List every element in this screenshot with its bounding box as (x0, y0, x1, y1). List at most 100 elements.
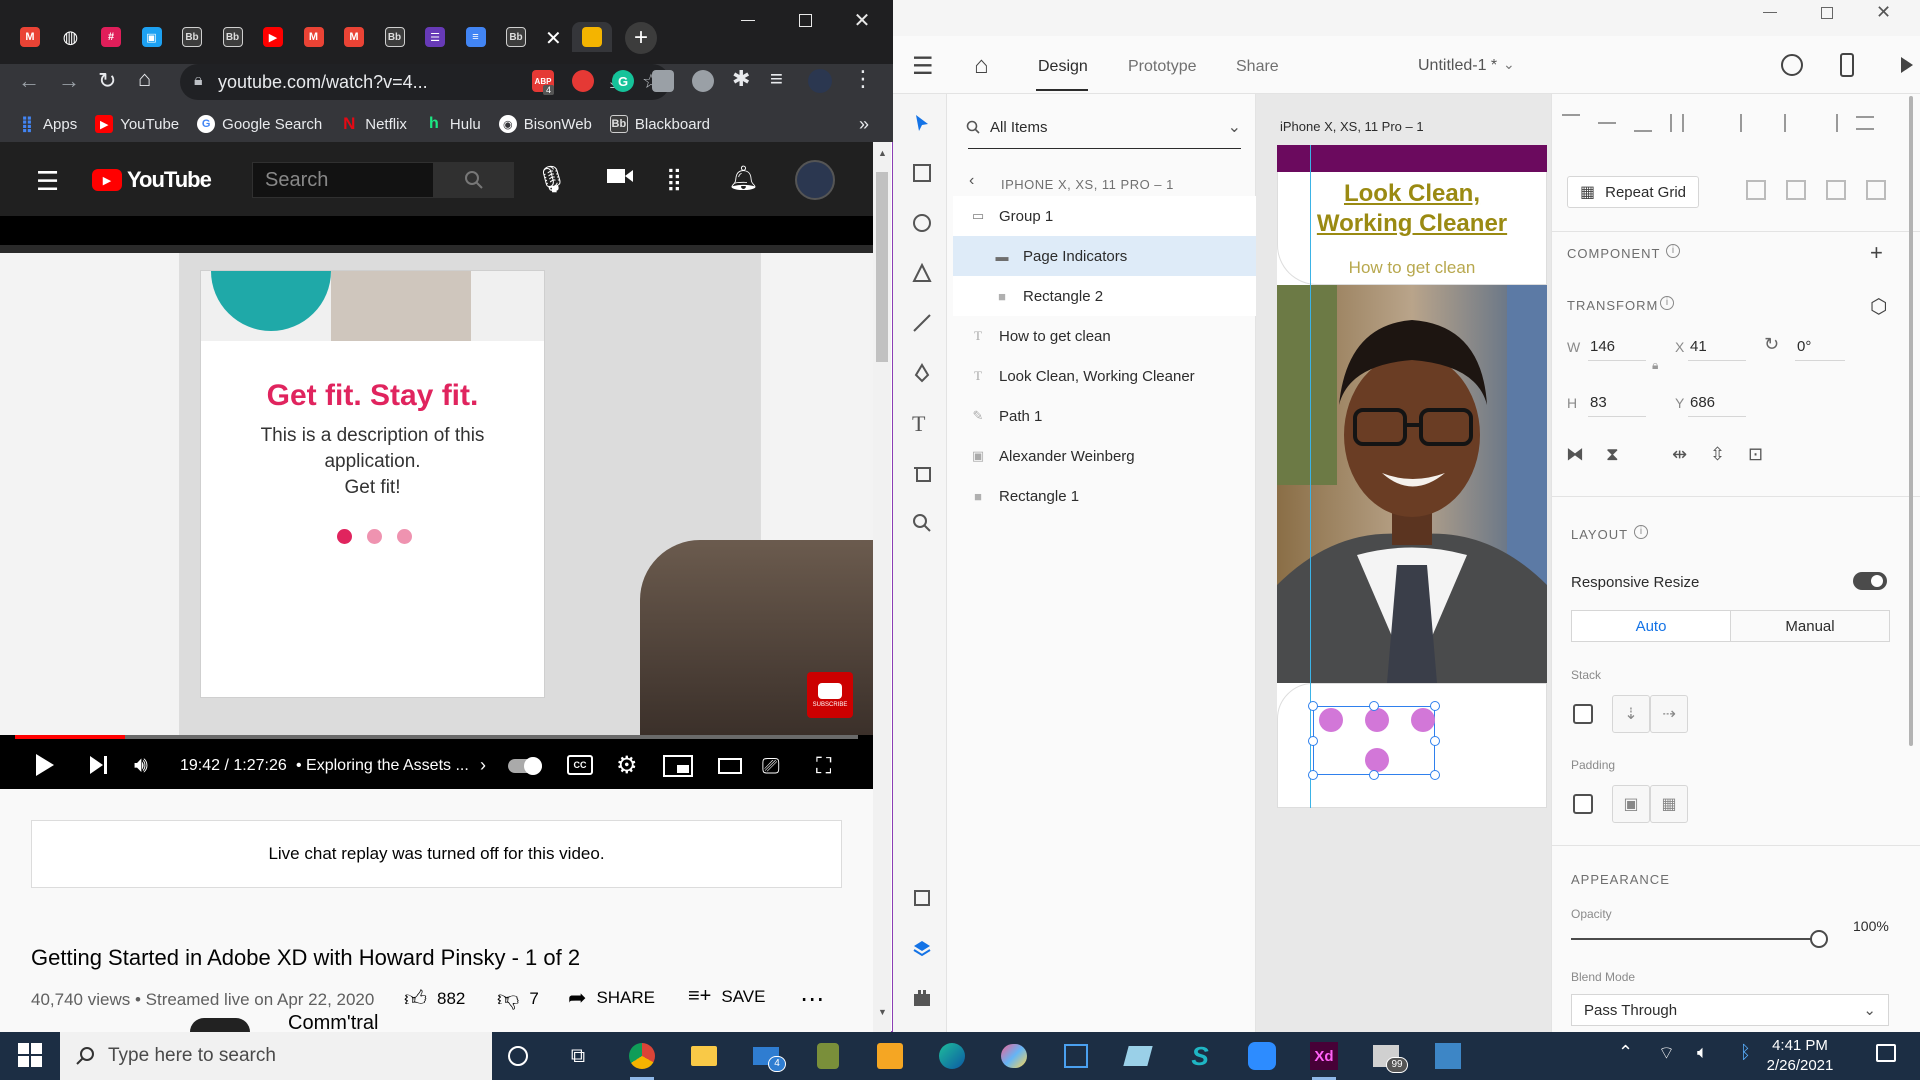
puzzle-extensions-icon[interactable]: ✱ (732, 66, 750, 92)
browser-tab[interactable]: Bb (174, 22, 210, 52)
taskbar-adobe-xd[interactable]: Xd (1308, 1040, 1340, 1080)
taskbar-s-app[interactable]: S (1184, 1040, 1216, 1072)
selection-handle[interactable] (1430, 770, 1440, 780)
bookmark-netflix[interactable]: N Netflix (340, 114, 407, 133)
browser-tab[interactable]: Bb (498, 22, 534, 52)
resize-auto-button[interactable]: Auto (1571, 610, 1731, 642)
scroll-up-icon[interactable]: ▲ (878, 148, 887, 158)
video-progress-bar[interactable] (15, 735, 858, 739)
taskbar-photos[interactable] (1432, 1040, 1464, 1072)
browser-tab[interactable]: ▣ (134, 22, 170, 52)
layers-back-icon[interactable]: ‹ (969, 172, 974, 190)
height-field[interactable]: 83 (1590, 394, 1607, 411)
layers-panel-icon[interactable] (912, 938, 932, 958)
channel-avatar[interactable] (190, 1018, 250, 1032)
bookmark-youtube[interactable]: ▶ YouTube (95, 115, 179, 133)
chrome-menu-icon[interactable]: ⋮ (852, 66, 874, 92)
like-button[interactable]: 👍︎ 882 (404, 985, 465, 1012)
autoplay-toggle[interactable] (508, 757, 542, 775)
xd-minimize-button[interactable] (1763, 12, 1777, 13)
back-icon[interactable]: ← (18, 68, 40, 94)
document-title[interactable]: Untitled-1 * (1418, 57, 1497, 75)
taskbar-search[interactable]: Type here to search (60, 1032, 492, 1080)
canvas-headline-line-2[interactable]: Working Cleaner (1277, 210, 1547, 238)
taskbar-snip[interactable] (1122, 1040, 1154, 1072)
layer-how-to-get-clean[interactable]: T How to get clean (953, 316, 1256, 356)
distribute-spacing-v-icon[interactable]: ⇳ (1710, 444, 1725, 465)
stack-vertical-button[interactable]: ⇣ (1612, 695, 1650, 733)
more-actions-icon[interactable]: ⋯ (800, 985, 824, 1014)
cortana-icon[interactable] (502, 1040, 534, 1072)
distribute-vertical-icon[interactable] (1670, 114, 1684, 132)
tray-overflow-icon[interactable]: ⌃ (1618, 1042, 1633, 1063)
opacity-slider[interactable] (1571, 938, 1821, 940)
rotation-field[interactable]: 0° (1797, 338, 1811, 355)
account-avatar[interactable] (795, 160, 835, 200)
portrait-photo[interactable] (1277, 285, 1547, 683)
padding-individual-button[interactable]: ▦ (1650, 785, 1688, 823)
hand-extension-icon[interactable] (572, 70, 594, 92)
width-field[interactable]: 146 (1590, 338, 1615, 355)
youtube-search-input[interactable]: Search (252, 162, 434, 198)
share-user-icon[interactable] (1781, 54, 1803, 76)
canvas-headline-line-1[interactable]: Look Clean, (1277, 180, 1547, 208)
padding-checkbox[interactable] (1573, 794, 1593, 814)
extension-icon[interactable] (652, 70, 674, 92)
select-tool-icon[interactable] (912, 113, 932, 133)
profile-avatar[interactable] (808, 69, 832, 93)
browser-tab[interactable]: ≡ (458, 22, 494, 52)
plugins-icon[interactable] (912, 988, 932, 1008)
boolean-subtract-icon[interactable] (1786, 180, 1806, 200)
close-button[interactable]: ✕ (834, 0, 890, 40)
fit-content-icon[interactable]: ⊡ (1748, 444, 1763, 465)
browser-tab[interactable]: # (93, 22, 129, 52)
omnibox[interactable]: 🔒︎ youtube.com/watch?v=4... ⤓ ☆ (180, 64, 670, 100)
captions-icon[interactable]: CC (567, 755, 593, 775)
browser-tab[interactable]: ▶ (255, 22, 291, 52)
transform-info-icon[interactable]: i (1660, 296, 1674, 310)
discord-icon[interactable] (692, 70, 714, 92)
align-bottom-icon[interactable] (1634, 114, 1652, 132)
pen-tool-icon[interactable] (912, 363, 932, 383)
bookmark-blackboard[interactable]: Bb Blackboard (609, 115, 710, 133)
browser-tab[interactable]: M (296, 22, 332, 52)
volume-tray-icon[interactable]: 🔈︎ (1697, 1042, 1708, 1063)
align-center-icon[interactable] (1784, 114, 1802, 132)
grammarly-icon[interactable]: G (612, 70, 634, 92)
xd-home-icon[interactable]: ⌂ (974, 52, 989, 80)
page-indicator-dot[interactable] (1365, 748, 1389, 772)
save-button[interactable]: ≡+ SAVE (688, 985, 765, 1008)
settings-gear-icon[interactable]: ⚙ (616, 751, 638, 780)
apps-icon[interactable]: ⣿ (666, 166, 682, 192)
microphone-icon[interactable]: 🎙︎ (535, 164, 568, 195)
taskbar-zoom[interactable] (1246, 1040, 1278, 1072)
browser-tab[interactable]: ☰ (417, 22, 453, 52)
distribute-horizontal-icon[interactable] (1856, 116, 1874, 130)
selection-handle[interactable] (1369, 770, 1379, 780)
taskbar-paint[interactable] (998, 1040, 1030, 1072)
subscribe-watermark[interactable]: SUBSCRIBE (807, 672, 853, 718)
xd-hamburger-icon[interactable]: ☰ (912, 52, 934, 81)
align-middle-icon[interactable] (1598, 122, 1616, 140)
selection-handle[interactable] (1430, 701, 1440, 711)
canvas-subhead[interactable]: How to get clean (1277, 258, 1547, 278)
flip-vertical-icon[interactable]: ⧗ (1606, 444, 1619, 465)
text-tool-icon[interactable]: T (912, 411, 932, 436)
taskbar-file-explorer[interactable] (688, 1040, 720, 1072)
bookmark-hulu[interactable]: h Hulu (425, 115, 481, 133)
miniplayer-icon[interactable] (663, 755, 693, 777)
component-info-icon[interactable]: i (1666, 244, 1680, 258)
layout-info-icon[interactable]: i (1634, 525, 1648, 539)
responsive-resize-toggle[interactable] (1853, 572, 1887, 590)
boolean-add-icon[interactable] (1746, 180, 1766, 200)
opacity-value[interactable]: 100% (1853, 918, 1889, 934)
lock-aspect-icon[interactable]: 🔒︎ (1652, 358, 1658, 373)
artboard-breadcrumb[interactable]: IPHONE X, XS, 11 PRO – 1 (1001, 177, 1174, 192)
reload-icon[interactable]: ↻ (98, 68, 116, 94)
taskbar-calendar[interactable] (1060, 1040, 1092, 1072)
taskbar-edge[interactable] (936, 1040, 968, 1072)
bookmark-bisonweb[interactable]: ◉ BisonWeb (498, 115, 592, 133)
rotate-icon[interactable]: ↻ (1764, 334, 1779, 355)
page-indicator-dot[interactable] (1411, 708, 1435, 732)
layer-group-1[interactable]: ▭ Group 1 (953, 196, 1256, 236)
